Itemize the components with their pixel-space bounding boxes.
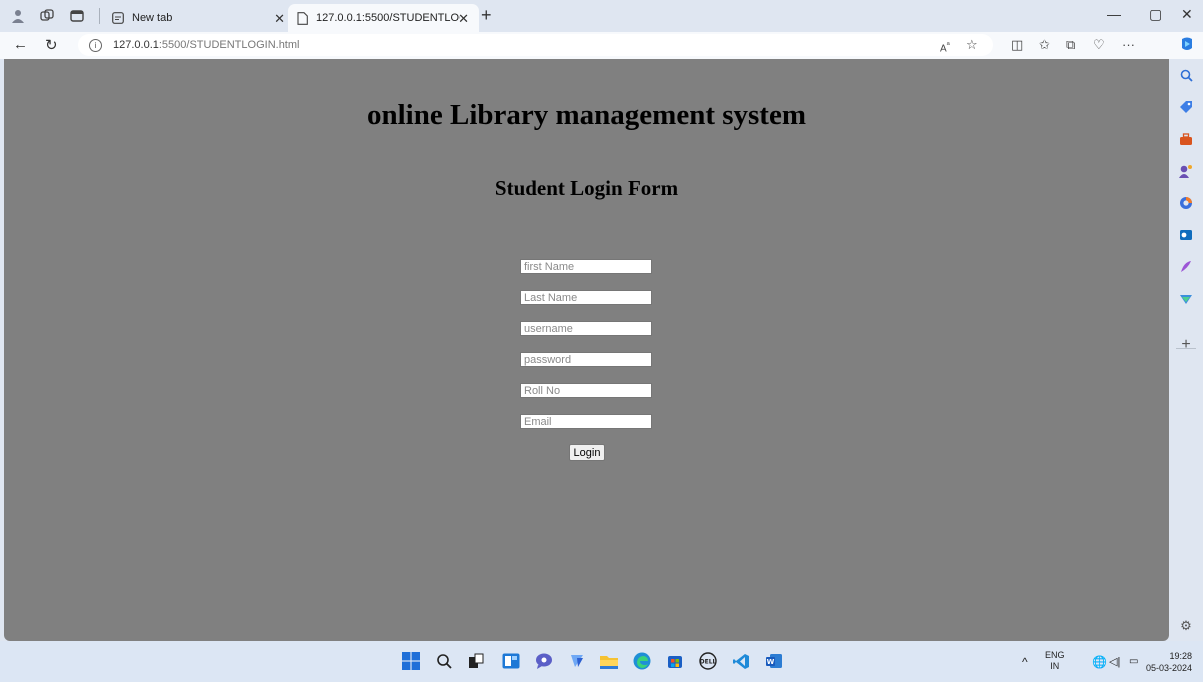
games-icon[interactable]: [1178, 163, 1194, 179]
favorite-star-icon[interactable]: ☆: [966, 37, 978, 53]
username-input[interactable]: [520, 321, 652, 336]
drop-icon[interactable]: [1178, 291, 1194, 307]
language-code: ENG: [1045, 650, 1065, 660]
browser-toolbar: ← ↻ i 127.0.0.1:5500/STUDENTLOGIN.html A…: [0, 32, 1203, 59]
search-icon[interactable]: [1178, 67, 1194, 83]
tools-briefcase-icon[interactable]: [1178, 131, 1194, 147]
url-text: 127.0.0.1:5500/STUDENTLOGIN.html: [113, 39, 299, 51]
svg-text:W: W: [767, 658, 775, 666]
page-icon: [295, 11, 309, 25]
restore-button[interactable]: ▢: [1149, 6, 1162, 23]
page-viewport: online Library management system Student…: [4, 59, 1169, 641]
microsoft-365-icon[interactable]: [1178, 195, 1194, 211]
add-sidebar-app-icon[interactable]: +: [1178, 336, 1194, 353]
shopping-tag-icon[interactable]: [1178, 99, 1194, 115]
new-tab-page-icon: [111, 11, 125, 25]
sidebar-settings-gear-icon[interactable]: ⚙: [1178, 618, 1194, 634]
close-tab-icon[interactable]: ✕: [274, 11, 285, 27]
network-globe-icon[interactable]: 🌐: [1092, 641, 1107, 682]
svg-text:DELL: DELL: [700, 659, 717, 666]
address-bar[interactable]: i 127.0.0.1:5500/STUDENTLOGIN.html: [78, 34, 993, 56]
tab-new-tab[interactable]: New tab ✕: [104, 4, 295, 32]
first-name-input[interactable]: [520, 259, 652, 274]
email-input[interactable]: [520, 414, 652, 429]
close-tab-icon[interactable]: ✕: [458, 11, 469, 27]
more-options-icon[interactable]: ···: [1122, 37, 1135, 52]
minimize-button[interactable]: —: [1107, 6, 1121, 22]
tab-actions-icon[interactable]: [68, 7, 86, 25]
volume-icon[interactable]: ◁|: [1109, 641, 1120, 682]
browser-essentials-icon[interactable]: ♡: [1093, 37, 1105, 53]
edge-sidebar: + ⚙: [1169, 59, 1203, 641]
form-title: Student Login Form: [494, 176, 679, 200]
close-window-button[interactable]: ✕: [1181, 6, 1193, 23]
copilot-icon[interactable]: [1179, 36, 1195, 55]
new-tab-button[interactable]: +: [481, 5, 492, 26]
file-explorer-icon[interactable]: [599, 651, 619, 671]
microsoft-store-icon[interactable]: [665, 651, 685, 671]
battery-icon[interactable]: ▭: [1129, 641, 1138, 682]
url-host: 127.0.0.1: [113, 39, 159, 51]
back-button[interactable]: ←: [13, 36, 28, 53]
system-clock[interactable]: 19:28 05-03-2024: [1146, 650, 1192, 674]
password-input[interactable]: [520, 352, 652, 367]
page-heading: online Library management system: [367, 99, 806, 131]
chat-icon[interactable]: [534, 651, 554, 671]
url-path: :5500/STUDENTLOGIN.html: [158, 39, 300, 51]
outlook-icon[interactable]: [1178, 227, 1194, 243]
dell-icon[interactable]: DELL: [698, 651, 718, 671]
tab-separator: [99, 8, 100, 24]
read-aloud-icon[interactable]: Aᵃ: [940, 39, 950, 54]
taskbar-search-icon[interactable]: [434, 651, 454, 671]
word-icon[interactable]: W: [764, 651, 784, 671]
profile-icon[interactable]: [9, 7, 27, 25]
tab-title: New tab: [132, 12, 173, 24]
refresh-button[interactable]: ↻: [45, 36, 58, 54]
vs-code-icon[interactable]: [731, 651, 751, 671]
windows-taskbar: DELL W ^ ENG IN 🌐 ◁| ▭ 19:28 05-03-2024: [0, 641, 1203, 682]
workspaces-icon[interactable]: [38, 7, 56, 25]
tab-student-login[interactable]: 127.0.0.1:5500/STUDENTLOGIN.html ✕: [288, 4, 479, 32]
tab-strip: New tab ✕ 127.0.0.1:5500/STUDENTLOGIN.ht…: [0, 0, 1203, 32]
show-hidden-icons-chevron-icon[interactable]: ^: [1022, 641, 1028, 682]
favorites-icon[interactable]: ✩: [1039, 37, 1050, 53]
site-info-icon[interactable]: i: [89, 38, 102, 52]
windows-start-icon[interactable]: [401, 651, 421, 671]
edge-browser-icon[interactable]: [632, 651, 652, 671]
collections-icon[interactable]: ⧉: [1066, 37, 1075, 53]
tab-title: 127.0.0.1:5500/STUDENTLOGIN.html: [316, 12, 460, 24]
power-automate-icon[interactable]: [567, 651, 587, 671]
roll-no-input[interactable]: [520, 383, 652, 398]
clock-time: 19:28: [1169, 651, 1192, 661]
input-language-indicator[interactable]: ENG IN: [1045, 650, 1065, 672]
region-code: IN: [1050, 661, 1060, 671]
widgets-icon[interactable]: [501, 651, 521, 671]
last-name-input[interactable]: [520, 290, 652, 305]
task-view-icon[interactable]: [466, 651, 486, 671]
split-screen-icon[interactable]: ◫: [1011, 37, 1023, 53]
designer-icon[interactable]: [1178, 259, 1194, 275]
clock-date: 05-03-2024: [1145, 663, 1192, 673]
login-button[interactable]: Login: [569, 444, 605, 461]
